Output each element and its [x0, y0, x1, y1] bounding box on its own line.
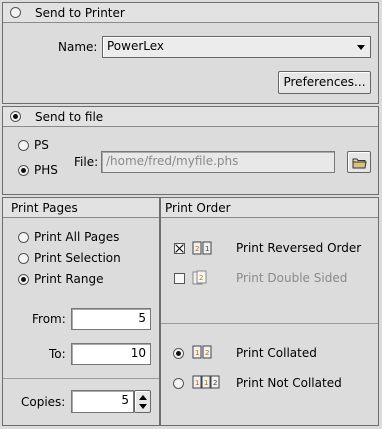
phs-radio[interactable]	[18, 165, 29, 176]
send-to-printer-section: Send to Printer Name: PowerLex Preferenc…	[2, 2, 379, 104]
pages-divider	[3, 378, 159, 379]
spin-up-down-icon	[139, 395, 147, 409]
send-to-file-radio[interactable]	[10, 111, 21, 122]
print-pages-section: Print Pages Print All Pages Print Select…	[2, 197, 160, 426]
svg-text:1: 1	[204, 379, 208, 387]
print-selection-radio[interactable]	[18, 253, 29, 264]
print-double-sided-label: Print Double Sided	[236, 271, 348, 285]
svg-text:2: 2	[205, 349, 209, 357]
print-order-section: Print Order 2 1 Print Reversed Order 2 P…	[160, 197, 379, 426]
print-all-pages-radio[interactable]	[18, 232, 29, 243]
folder-icon	[352, 158, 367, 169]
reversed-pages-icon: 2 1	[192, 241, 212, 255]
print-reversed-checkbox[interactable]	[174, 243, 185, 254]
copies-label: Copies:	[21, 395, 66, 409]
print-pages-title: Print Pages	[11, 201, 78, 215]
print-order-title: Print Order	[165, 201, 231, 215]
printer-name-select[interactable]: PowerLex	[102, 36, 371, 58]
not-collated-icon: 1 1 2	[192, 375, 220, 389]
print-range-radio[interactable]	[18, 274, 29, 285]
printer-name-value: PowerLex	[107, 39, 165, 53]
print-collated-radio[interactable]	[173, 348, 184, 359]
printer-name-label: Name:	[58, 40, 98, 54]
ps-radio[interactable]	[18, 140, 29, 151]
from-field[interactable]: 5	[71, 308, 151, 330]
send-to-printer-radio[interactable]	[10, 7, 21, 18]
svg-text:2: 2	[213, 379, 217, 387]
to-label: To:	[49, 347, 66, 361]
copies-field[interactable]: 5	[71, 390, 134, 413]
svg-text:2: 2	[195, 245, 199, 253]
browse-folder-button[interactable]	[347, 151, 371, 173]
copies-spinner[interactable]	[134, 390, 151, 413]
file-path-field[interactable]: /home/fred/myfile.phs	[101, 151, 335, 173]
print-reversed-label: Print Reversed Order	[236, 241, 362, 255]
svg-text:1: 1	[205, 245, 209, 253]
print-pages-bar: Print Pages	[3, 198, 159, 218]
svg-text:1: 1	[195, 379, 199, 387]
print-double-sided-checkbox[interactable]	[174, 273, 185, 284]
send-to-printer-title: Send to Printer	[35, 6, 125, 20]
print-range-label: Print Range	[34, 272, 104, 286]
print-not-collated-radio[interactable]	[173, 378, 184, 389]
double-sided-icon: 2	[192, 270, 207, 285]
phs-label: PHS	[34, 163, 58, 177]
order-divider	[161, 323, 378, 324]
preferences-button[interactable]: Preferences...	[278, 71, 371, 94]
send-to-file-bar: Send to file	[3, 107, 378, 127]
ps-label: PS	[34, 138, 49, 152]
send-to-file-section: Send to file PS PHS File: /home/fred/myf…	[2, 106, 379, 195]
chevron-down-icon	[357, 45, 365, 50]
print-collated-label: Print Collated	[236, 346, 317, 360]
file-label: File:	[74, 155, 99, 169]
print-selection-label: Print Selection	[34, 251, 121, 265]
svg-text:1: 1	[195, 349, 199, 357]
send-to-file-title: Send to file	[35, 110, 104, 124]
print-dialog: Send to Printer Name: PowerLex Preferenc…	[0, 0, 382, 429]
print-order-bar: Print Order	[161, 198, 378, 218]
collated-icon: 1 2	[192, 345, 212, 359]
print-not-collated-label: Print Not Collated	[236, 376, 342, 390]
print-all-pages-label: Print All Pages	[34, 230, 120, 244]
from-label: From:	[32, 312, 66, 326]
send-to-printer-bar: Send to Printer	[3, 3, 378, 23]
svg-text:2: 2	[199, 274, 203, 282]
to-field[interactable]: 10	[71, 343, 151, 365]
